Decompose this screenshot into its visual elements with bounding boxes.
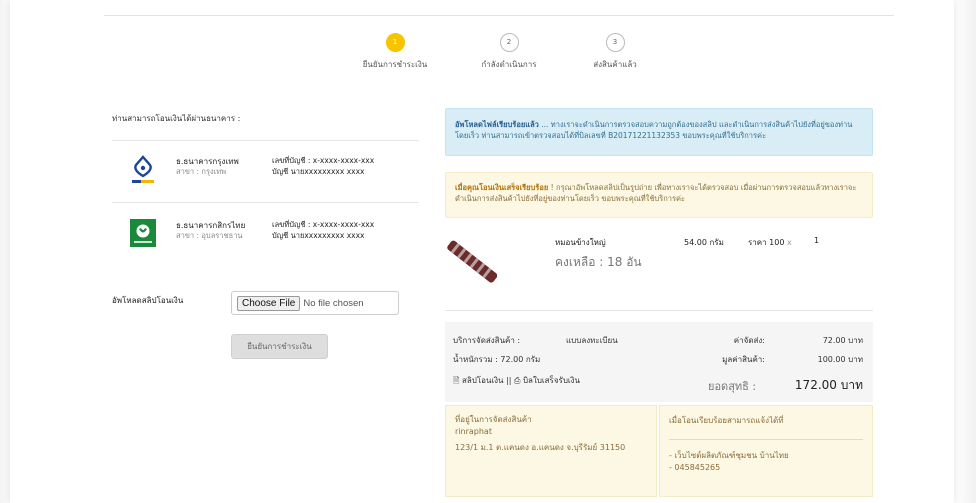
notify-box: เมื่อโอนเรียบร้อยสามารถแจ้งได้ที่ - เว็บ… <box>659 405 873 497</box>
file-status-text: No file chosen <box>303 297 364 309</box>
page-background: 1 ยืนยันการชำระเงิน 2 กำลังดำเนินการ 3 ส… <box>0 0 976 503</box>
divider <box>445 310 873 311</box>
net-total-value: 172.00 บาท <box>794 378 863 392</box>
total-weight: น้ำหนักรวม : 72.00 กรัม <box>453 355 541 364</box>
bank-kasikorn: ธ.ธนาคารกสิกรไทย สาขา : อุบลราชธาน เลขที… <box>112 219 412 259</box>
step-processing: 2 กำลังดำเนินการ <box>449 33 569 71</box>
step-label: ส่งสินค้าแล้ว <box>593 60 637 69</box>
document-links: 🗎 สลิปโอนเงิน || ⎙ บิลใบเสร็จรับเงิน <box>453 374 580 389</box>
receipt-link[interactable]: บิลใบเสร็จรับเงิน <box>523 376 580 385</box>
bank-bangkok: ธ.ธนาคารกรุงเทพ สาขา : กรุงเทพ เลขที่บัญ… <box>112 155 412 195</box>
notify-title: เมื่อโอนเรียบร้อยสามารถแจ้งได้ที่ <box>669 416 784 425</box>
divider <box>112 140 419 141</box>
slip-link[interactable]: สลิปโอนเงิน <box>462 376 504 385</box>
step-confirm-payment: 1 ยืนยันการชำระเงิน <box>335 33 455 71</box>
step-shipped: 3 ส่งสินค้าแล้ว <box>555 33 675 71</box>
shipping-service-label: บริการจัดส่งสินค้า : <box>453 336 521 345</box>
kasikorn-bank-logo <box>130 219 156 247</box>
shipping-cost-label: ค่าจัดส่ง: <box>733 336 765 345</box>
product-price: ราคา 100 x <box>748 236 792 249</box>
divider <box>112 202 419 203</box>
product-name: หมอนข้างใหญ่ <box>555 238 606 247</box>
link-separator: || <box>506 376 512 385</box>
notify-phone: - 045845265 <box>669 463 721 472</box>
shipping-address-box: ที่อยู่ในการจัดส่งสินค้า rinraphat 123/1… <box>445 405 657 497</box>
file-icon: 🗎 <box>453 376 460 385</box>
bank-account-owner: บัญชี นายxxxxxxxxx xxxx <box>272 167 365 176</box>
transfer-instruction-alert: เมื่อคุณโอนเงินเสร็จเรียบร้อย ! กรุณาอัพ… <box>445 172 873 218</box>
upload-success-alert: อัพโหลดไฟล์เรียบร้อยแล้ว ... ทางเราจะดำเ… <box>445 108 873 156</box>
step-label: ยืนยันการชำระเงิน <box>362 60 428 69</box>
step-number: 1 <box>385 33 405 52</box>
step-label: กำลังดำเนินการ <box>481 60 537 69</box>
product-image <box>447 240 497 283</box>
top-divider <box>104 15 894 16</box>
order-summary: บริการจัดส่งสินค้า : แบบลงทะเบียน ค่าจัด… <box>445 322 873 402</box>
goods-value: 100.00 บาท <box>817 355 863 364</box>
bank-branch: สาขา : อุบลราชธาน <box>176 231 243 240</box>
upload-slip-label: อัพโหลดสลิปโอนเงิน <box>112 296 184 305</box>
product-quantity: 1 <box>814 236 820 245</box>
choose-file-button[interactable]: Choose File <box>237 295 301 311</box>
address-line: 123/1 ม.1 ต.แคนดง อ.แคนดง จ.บุรีรัมย์ 31… <box>455 443 626 452</box>
bank-branch: สาขา : กรุงเทพ <box>176 167 227 176</box>
price-text: ราคา 100 <box>748 238 785 247</box>
slip-file-input[interactable]: Choose File No file chosen <box>231 291 399 315</box>
confirm-payment-button[interactable]: ยืนยันการชำระเงิน <box>231 334 328 359</box>
notify-website: - เว็บไซต์ผลิตภัณฑ์ชุมชน บ้านไทย <box>669 451 789 460</box>
shipping-service-value: แบบลงทะเบียน <box>566 336 618 345</box>
step-number: 2 <box>499 33 519 52</box>
bank-transfer-title: ท่านสามารถโอนเงินได้ผ่านธนาคาร : <box>112 114 241 123</box>
alert-title: เมื่อคุณโอนเงินเสร็จเรียบร้อย <box>455 183 549 192</box>
step-number: 3 <box>605 33 625 52</box>
divider <box>669 439 863 440</box>
address-title: ที่อยู่ในการจัดส่งสินค้า <box>455 415 532 424</box>
bank-account-owner: บัญชี นายxxxxxxxxx xxxx <box>272 231 365 240</box>
multiply-sign: x <box>787 238 792 247</box>
net-total-label: ยอดสุทธิ : <box>708 380 757 393</box>
print-icon: ⎙ <box>514 376 521 385</box>
goods-value-label: มูลค่าสินค้า: <box>722 355 765 364</box>
recipient-name: rinraphat <box>455 427 492 436</box>
alert-title: อัพโหลดไฟล์เรียบร้อยแล้ว <box>455 120 539 129</box>
bangkok-bank-logo <box>132 155 154 183</box>
product-stock: คงเหลือ : 18 อัน <box>555 255 642 269</box>
shipping-cost-value: 72.00 บาท <box>822 336 863 345</box>
product-weight: 54.00 กรัม <box>684 238 724 247</box>
